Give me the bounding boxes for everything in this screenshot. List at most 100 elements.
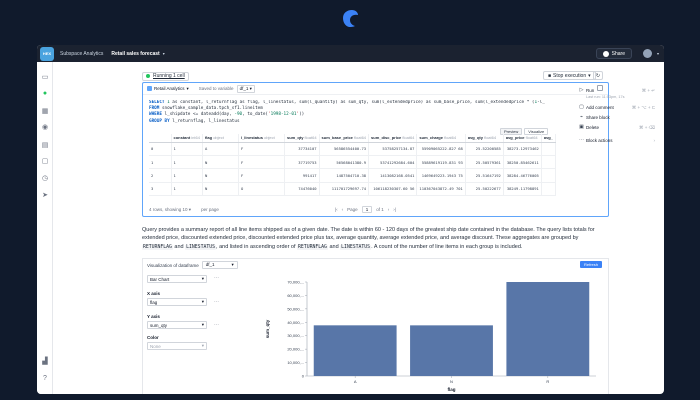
column-header[interactable]: sum_charge float64 <box>416 134 466 143</box>
project-title[interactable]: Retail sales forecast <box>111 51 159 57</box>
comments-icon[interactable]: ▢ <box>41 158 49 166</box>
chart-cell[interactable]: Visualization of dataframe df_1 ▾ Refresh… <box>142 258 609 394</box>
play-icon: ▷ <box>579 87 584 93</box>
table-row[interactable]: 1 1 N F 37719753 56568041380.9 53741292684.604… <box>149 155 556 170</box>
table-cell: 56586554400.73 <box>319 142 370 156</box>
chevron-down-icon[interactable]: ▾ <box>657 51 659 56</box>
dataframe-value: df_1 <box>205 262 215 267</box>
summary-text: , and listed in ascending order of <box>216 243 298 250</box>
more-options-icon[interactable]: ⋯ <box>214 299 219 305</box>
folder-icon[interactable]: ▭ <box>41 74 49 82</box>
column-header[interactable]: sum_base_price float64 <box>319 134 370 143</box>
table-cell <box>541 182 556 197</box>
column-header[interactable]: flag object <box>202 134 239 143</box>
dataframe-select[interactable]: df_1 ▾ <box>201 261 238 269</box>
share-button[interactable]: Share <box>595 48 632 59</box>
color-label: Color <box>147 335 159 340</box>
table-cell: 37719753 <box>284 155 320 170</box>
chart-icon[interactable]: ▟ <box>41 358 49 366</box>
variable-name: df_1 <box>239 85 249 91</box>
chevron-down-icon: ▾ <box>201 343 204 348</box>
variable-name-input[interactable]: df_1 ▾ <box>236 84 255 93</box>
result-table-panel: Preview Visualize constant int64 flag obj… <box>149 128 569 208</box>
cell-actions-panel: ▷ Run ⌘ + ↵ Last run: 11:53pm, 17s ▢ Add… <box>577 82 664 192</box>
chart-type-value: Bar Chart <box>150 276 170 282</box>
add-comment-action[interactable]: ▢ Add comment ⌘ + ⌥ + C <box>579 104 659 111</box>
avatar[interactable] <box>643 49 652 58</box>
per-page-select[interactable]: 10 <box>183 207 188 212</box>
y-tick-label: 50,000,... <box>287 306 304 311</box>
last-page-icon[interactable]: ›| <box>393 207 396 212</box>
table-cell: 25.50579361 <box>465 155 504 170</box>
chart-type-select[interactable]: Bar Chart ▾ <box>147 275 207 283</box>
column-name: sum_disc_price <box>371 135 402 141</box>
table-cell: 38284.46776005 <box>503 168 542 183</box>
add-comment-shortcut: ⌘ + ⌥ + C <box>631 104 655 110</box>
table-cell: N <box>202 155 239 170</box>
send-icon[interactable]: ➤ <box>41 192 49 200</box>
column-header[interactable]: constant int64 <box>171 134 203 143</box>
workspace-name[interactable]: Subspace Analytics <box>60 51 103 57</box>
share-label: Share <box>611 50 625 57</box>
calendar-icon[interactable]: ▤ <box>41 142 49 150</box>
chevron-down-icon: ▾ <box>186 85 189 91</box>
trash-icon: ▣ <box>579 124 584 130</box>
y-axis-select[interactable]: sum_qty ▾ <box>147 321 207 329</box>
data-source-select[interactable]: Retail Analytics ▾ <box>147 86 189 92</box>
app-logo-icon[interactable]: HEX <box>40 46 54 61</box>
viz-head-label: Visualization of dataframe <box>147 262 199 268</box>
block-actions-menu[interactable]: ⋯ Block actions › <box>579 138 659 144</box>
cell-header: Retail Analytics ▾ Saved to variable df_… <box>143 83 608 95</box>
column-type: float64 <box>401 135 415 141</box>
running-indicator-icon <box>146 74 150 78</box>
components-icon[interactable]: ▦ <box>41 108 49 116</box>
column-name: constant <box>173 135 191 141</box>
table-row[interactable]: 2 1 N F 991417 1487504710.38 1413082168.0541 14… <box>149 168 556 183</box>
table-cell: F <box>238 168 285 183</box>
bar <box>506 282 590 376</box>
column-header[interactable]: sum_disc_price float64 <box>368 134 418 143</box>
delete-action[interactable]: ▣ Delete ⌘ + ⌫ <box>579 124 659 131</box>
page-total-label: of 1 <box>376 207 384 212</box>
column-header[interactable]: avg_price float64 <box>503 134 542 143</box>
table-row[interactable]: 0 1 A F 37734107 56586554400.73 53758257134.87… <box>149 142 556 156</box>
prev-page-icon[interactable]: ‹ <box>342 207 344 212</box>
y-tick-label: 20,000,... <box>287 347 304 352</box>
x-axis-select[interactable]: flag ▾ <box>147 298 207 306</box>
column-header[interactable]: avg_ <box>541 134 556 143</box>
first-page-icon[interactable]: |‹ <box>335 207 338 212</box>
inline-code: RETURNFLAG <box>297 244 328 250</box>
column-header[interactable]: l_linestatus object <box>238 134 285 143</box>
history-icon[interactable]: ◷ <box>41 175 49 183</box>
github-icon[interactable]: ◉ <box>41 124 49 132</box>
column-header[interactable]: sum_qty float64 <box>284 134 320 143</box>
share-block-action[interactable]: ⌁ Share block <box>579 115 659 121</box>
run-action[interactable]: ▷ Run ⌘ + ↵ <box>579 87 659 94</box>
stop-execution-button[interactable]: ■ Stop execution ▾ <box>543 71 596 80</box>
table-cell: O <box>238 182 285 197</box>
refresh-button[interactable]: Refresh <box>579 261 602 268</box>
sql-editor[interactable]: SELECT 1 as constant, l_returnflag as fl… <box>149 100 609 125</box>
table-cell: 38250.85462611 <box>503 155 542 170</box>
table-cell: 1 <box>171 155 203 170</box>
more-options-icon[interactable]: ⋯ <box>214 322 219 328</box>
table-cell: 55909065222.827 68 <box>416 142 466 156</box>
next-page-icon[interactable]: › <box>388 207 390 212</box>
logic-view-icon[interactable]: ● <box>41 90 49 98</box>
sql-cell[interactable]: Retail Analytics ▾ Saved to variable df_… <box>142 82 609 217</box>
column-header[interactable] <box>149 134 172 143</box>
summary-text: and <box>327 243 341 250</box>
markdown-summary[interactable]: Query provides a summary report of all l… <box>142 226 609 252</box>
chevron-down-icon[interactable]: ▾ <box>163 51 165 56</box>
help-icon[interactable]: ? <box>41 375 49 383</box>
more-options-icon[interactable]: ⋯ <box>214 275 219 281</box>
table-row[interactable]: 3 1 N O 74476040 111701729697.74 106118230307.… <box>149 182 556 197</box>
table-cell: A <box>202 142 239 156</box>
table-cell <box>541 142 556 156</box>
column-header[interactable]: avg_qty float64 <box>465 134 504 143</box>
color-value: None <box>150 343 161 349</box>
run-status[interactable]: Running 1 cell <box>142 71 189 81</box>
color-select[interactable]: None ▾ <box>147 342 207 350</box>
rerun-button[interactable]: ↻ <box>593 71 603 80</box>
page-number-input[interactable]: 1 <box>361 206 373 213</box>
